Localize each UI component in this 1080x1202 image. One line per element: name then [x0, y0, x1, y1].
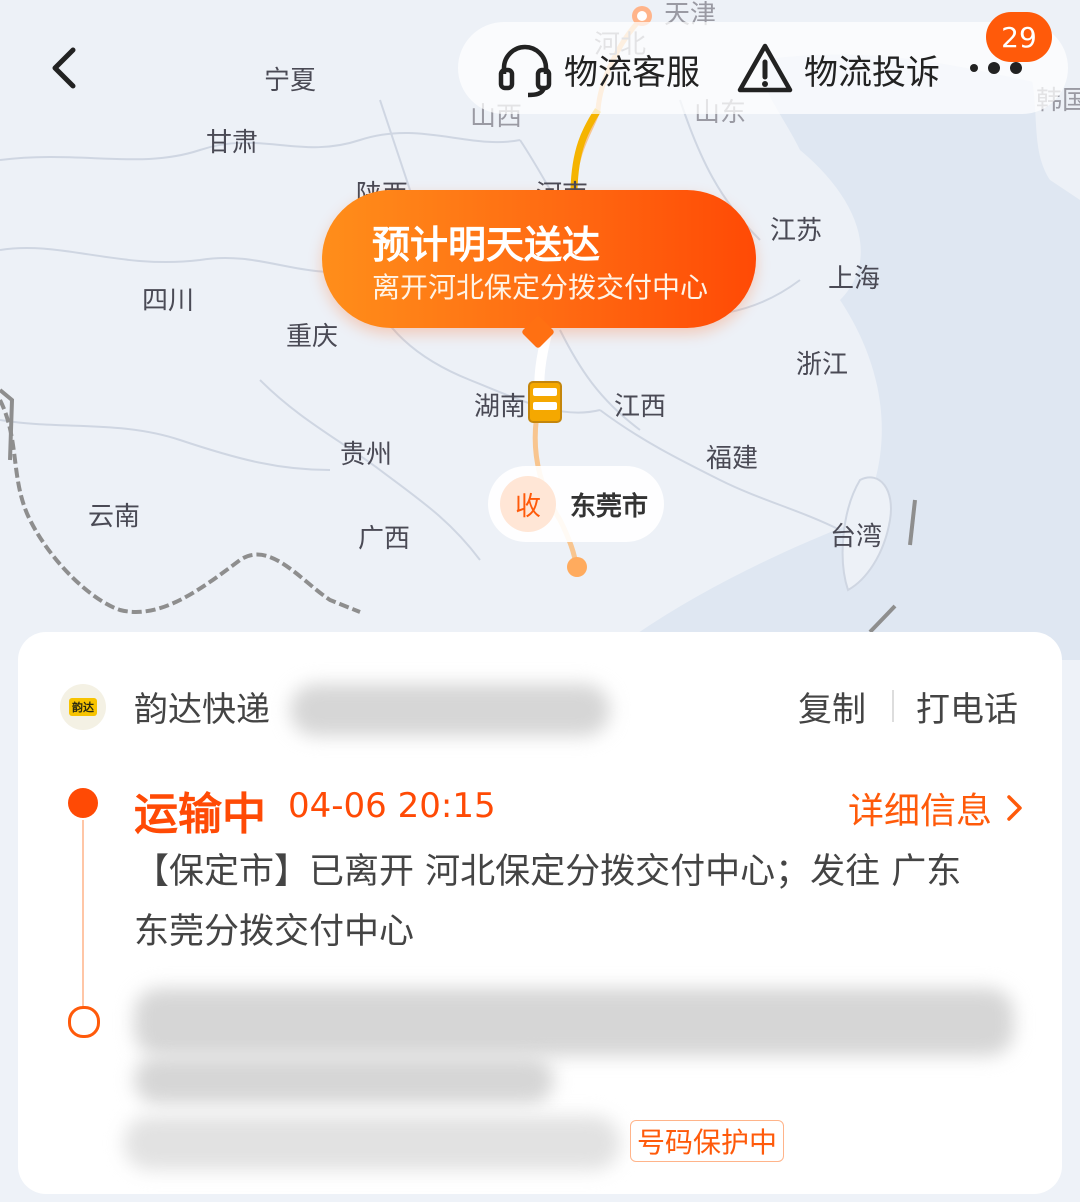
timeline-dot-current — [68, 788, 98, 818]
timeline-line — [82, 820, 84, 1020]
chevron-right-icon — [1007, 795, 1022, 821]
address-redacted-line2 — [134, 1056, 554, 1104]
notification-badge: 29 — [986, 12, 1052, 62]
map-label-guangxi: 广西 — [358, 524, 411, 554]
tracking-number-redacted — [290, 684, 610, 736]
map-label-yunnan: 云南 — [88, 502, 141, 532]
carrier-logo-text: 韵达 — [69, 698, 97, 716]
map-label-zhejiang: 浙江 — [796, 350, 849, 380]
shipment-status: 运输中 — [134, 789, 266, 840]
carrier-name: 韵达快递 — [134, 690, 270, 730]
timeline-dot-address — [68, 1006, 100, 1038]
chevron-left-icon — [52, 47, 76, 89]
copy-button[interactable]: 复制 — [798, 682, 866, 731]
map-label-jiangsu: 江苏 — [770, 216, 823, 246]
logistics-complaint-button[interactable]: 物流投诉 — [736, 38, 940, 100]
destination-marker[interactable]: 收 东莞市 — [488, 466, 664, 542]
warning-icon — [736, 40, 794, 98]
eta-bubble[interactable]: 预计明天送达 离开河北保定分拨交付中心 — [322, 190, 756, 328]
back-button[interactable] — [44, 44, 84, 92]
detail-info-link[interactable]: 详细信息 — [848, 782, 1024, 834]
map-label-fujian: 福建 — [706, 444, 759, 474]
event-description: 【保定市】已离开 河北保定分拨交付中心；发往 广东东莞分拨交付中心 — [134, 852, 962, 952]
map-label-guizhou: 贵州 — [340, 440, 393, 470]
number-protection-badge: 号码保护中 — [630, 1120, 785, 1162]
map-label-gansu: 甘肃 — [206, 128, 259, 158]
map-label-sichuan: 四川 — [142, 286, 195, 316]
carrier-logo: 韵达 — [60, 684, 106, 730]
call-button[interactable]: 打电话 — [916, 682, 1018, 731]
truck-icon — [528, 381, 562, 423]
action-divider — [892, 690, 894, 722]
map-label-jiangxi: 江西 — [614, 392, 667, 422]
destination-city: 东莞市 — [570, 491, 649, 522]
map-label-shanghai: 上海 — [828, 264, 881, 294]
logistics-service-button[interactable]: 物流客服 — [496, 38, 700, 100]
receive-tag: 收 — [500, 476, 556, 532]
status-time: 04-06 20:15 — [288, 786, 496, 826]
map-label-ningxia: 宁夏 — [264, 66, 317, 96]
map-label-chongqing: 重庆 — [286, 322, 339, 352]
map-label-taiwan: 台湾 — [830, 522, 883, 552]
eta-title: 预计明天送达 — [372, 223, 601, 267]
headset-icon — [496, 40, 554, 98]
tracking-card: 韵达 韵达快递 复制 打电话 运输中 04-06 20:15 详细信息 【保定市… — [18, 632, 1062, 1194]
detail-info-label: 详细信息 — [848, 791, 993, 832]
eta-subtitle: 离开河北保定分拨交付中心 — [372, 271, 709, 304]
logistics-complaint-label: 物流投诉 — [804, 52, 940, 93]
map-label-hunan: 湖南 — [474, 392, 527, 422]
recipient-redacted — [124, 1116, 620, 1170]
logistics-service-label: 物流客服 — [564, 52, 700, 93]
address-redacted-line1 — [134, 988, 1014, 1056]
